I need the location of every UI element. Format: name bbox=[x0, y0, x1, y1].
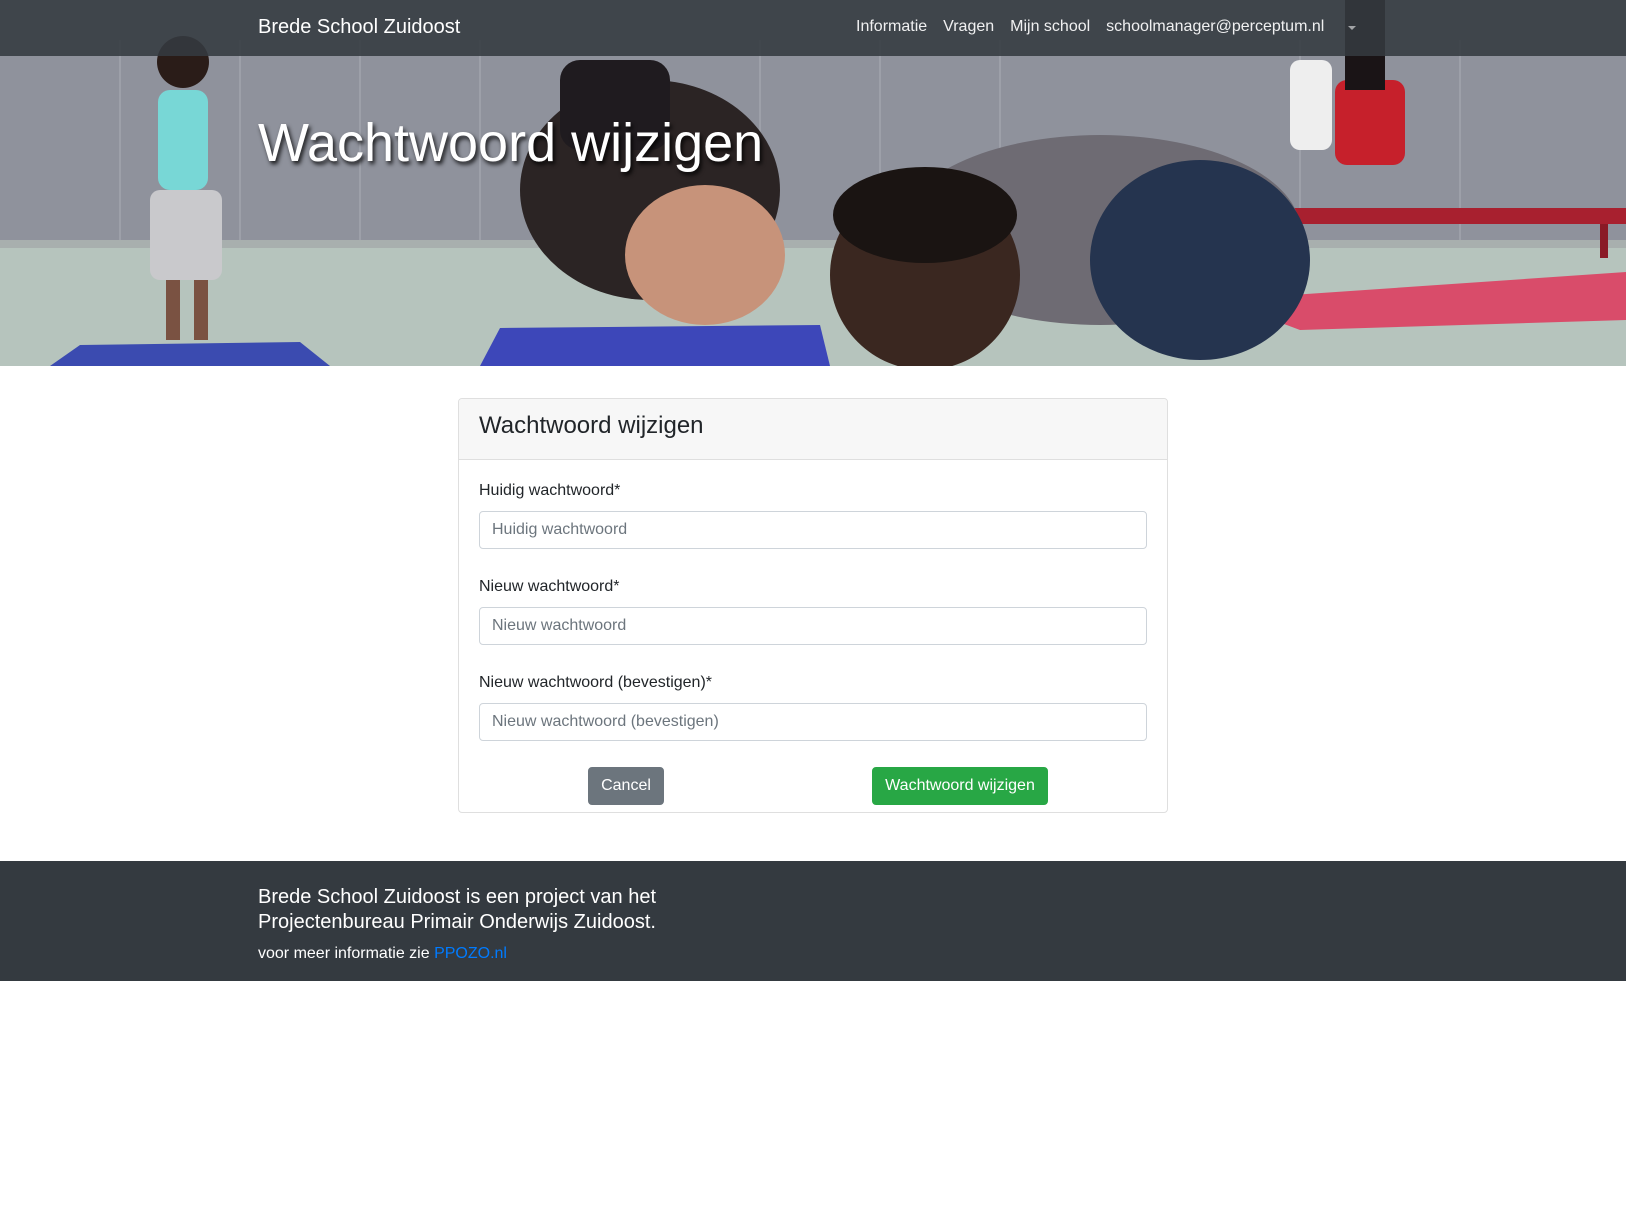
new-password-label: Nieuw wachtwoord* bbox=[479, 578, 620, 595]
nav-link-user-account[interactable]: schoolmanager@perceptum.nl bbox=[1106, 17, 1324, 37]
new-password-input[interactable] bbox=[479, 607, 1147, 645]
nav-link-mijn-school[interactable]: Mijn school bbox=[1010, 17, 1090, 37]
confirm-password-input[interactable] bbox=[479, 703, 1147, 741]
current-password-label: Huidig wachtwoord* bbox=[479, 482, 621, 499]
footer-lead-text: Brede School Zuidoost is een project van… bbox=[258, 886, 657, 933]
caret-down-icon[interactable] bbox=[1348, 26, 1357, 30]
footer-info: voor meer informatie zie PPOZO.nl bbox=[258, 945, 507, 963]
current-password-input[interactable] bbox=[479, 511, 1147, 549]
confirm-password-label: Nieuw wachtwoord (bevestigen)* bbox=[479, 674, 712, 691]
change-password-button[interactable]: Wachtwoord wijzigen bbox=[872, 767, 1048, 805]
change-password-form: Huidig wachtwoord* Nieuw wachtwoord* Nie… bbox=[459, 460, 1167, 805]
card-header: Wachtwoord wijzigen bbox=[459, 399, 1167, 460]
navbar: Brede School Zuidoost Informatie Vragen … bbox=[0, 0, 1626, 56]
form-actions: Cancel Wachtwoord wijzigen bbox=[479, 767, 1147, 805]
ppozo-link[interactable]: PPOZO.nl bbox=[434, 945, 507, 962]
card-title: Wachtwoord wijzigen bbox=[479, 412, 704, 439]
footer-info-text: voor meer informatie zie bbox=[258, 945, 435, 962]
nav-link-informatie[interactable]: Informatie bbox=[856, 17, 927, 37]
footer: Brede School Zuidoost is een project van… bbox=[0, 861, 1626, 981]
page-title: Wachtwoord wijzigen bbox=[258, 113, 764, 173]
brand-link[interactable]: Brede School Zuidoost bbox=[258, 16, 460, 39]
nav-links: Informatie Vragen Mijn school schoolmana… bbox=[856, 17, 1357, 37]
cancel-button[interactable]: Cancel bbox=[588, 767, 664, 805]
nav-link-vragen[interactable]: Vragen bbox=[943, 17, 994, 37]
change-password-card: Wachtwoord wijzigen Huidig wachtwoord* N… bbox=[458, 398, 1168, 813]
hero-banner: Brede School Zuidoost Informatie Vragen … bbox=[0, 0, 1626, 366]
